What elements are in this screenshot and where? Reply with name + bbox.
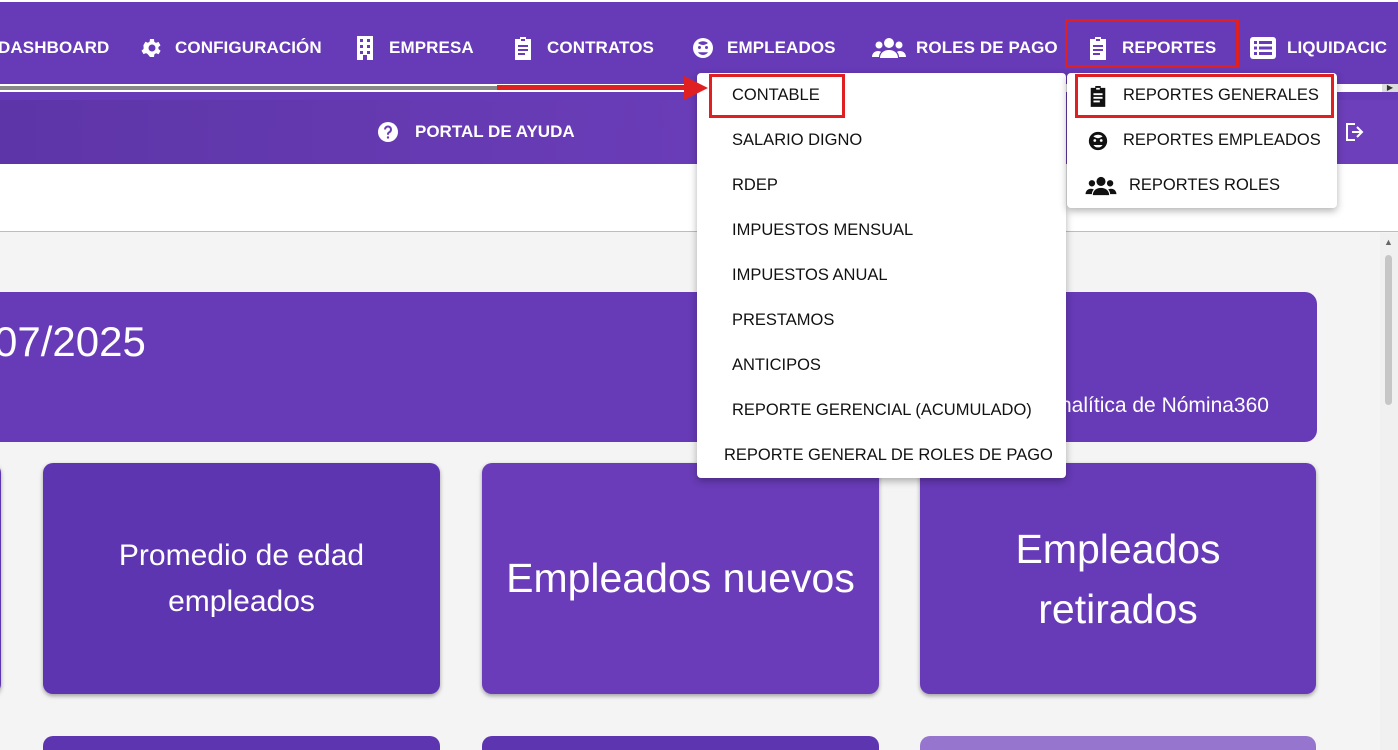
highlight-contable-box — [709, 74, 845, 118]
people-icon — [1085, 176, 1117, 196]
stat-card-partial[interactable] — [0, 463, 1, 694]
banner-date: 07/2025 — [0, 318, 146, 365]
nav-item-label: DASHBOARD — [0, 38, 110, 57]
menu-item-label: PRESTAMOS — [732, 311, 835, 329]
building-icon — [351, 35, 379, 61]
card-title: Empleados nuevos — [506, 555, 855, 601]
help-portal-link[interactable]: PORTAL DE AYUDA — [377, 121, 575, 143]
highlight-reportes-box — [1065, 19, 1239, 68]
submenu-item-reportes-empleados[interactable]: REPORTES EMPLEADOS — [1085, 118, 1321, 163]
nav-item-roles-de-pago[interactable]: ROLES DE PAGO — [872, 32, 1058, 64]
highlight-reportes-generales-box — [1075, 74, 1334, 118]
stat-card-retired-employees[interactable]: Empleados retirados — [920, 463, 1316, 694]
scroll-right-arrow-icon[interactable]: ▶ — [1382, 84, 1398, 92]
nav-item-label: ROLES DE PAGO — [916, 38, 1058, 57]
card-title: Promedio de edad empleados — [118, 538, 365, 618]
card-title: Empleados retirados — [1015, 525, 1221, 632]
nav-item-dashboard[interactable]: DASHBOARD — [0, 32, 109, 64]
submenu-item-reportes-roles[interactable]: REPORTES ROLES — [1085, 163, 1280, 208]
menu-item-prestamos[interactable]: PRESTAMOS — [732, 298, 834, 343]
list-icon — [1249, 37, 1277, 59]
menu-item-label: RDEP — [732, 176, 778, 194]
annotation-arrow-line — [497, 85, 687, 90]
nav-item-label: EMPLEADOS — [727, 38, 836, 57]
face-icon — [1085, 130, 1111, 152]
scroll-up-arrow-icon[interactable]: ▲ — [1384, 237, 1393, 247]
stat-card-average-age[interactable]: Promedio de edad empleados — [43, 463, 440, 694]
logout-icon[interactable] — [1342, 120, 1366, 149]
stat-card-lower[interactable] — [920, 736, 1316, 750]
menu-item-reporte-general-roles[interactable]: REPORTE GENERAL DE ROLES DE PAGO — [724, 433, 1053, 478]
nav-item-label: LIQUIDACIC — [1287, 38, 1388, 57]
menu-item-impuestos-anual[interactable]: IMPUESTOS ANUAL — [732, 253, 888, 298]
help-icon — [377, 121, 399, 143]
annotation-arrow-head-icon — [684, 76, 708, 100]
menu-item-label: REPORTE GERENCIAL (ACUMULADO) — [732, 401, 1032, 419]
menu-item-label: IMPUESTOS MENSUAL — [732, 221, 914, 239]
menu-item-label: IMPUESTOS ANUAL — [732, 266, 888, 284]
nav-item-empleados[interactable]: EMPLEADOS — [689, 32, 836, 64]
menu-item-impuestos-mensual[interactable]: IMPUESTOS MENSUAL — [732, 208, 913, 253]
nav-item-empresa[interactable]: EMPRESA — [351, 32, 474, 64]
nav-item-label: CONFIGURACIÓN — [175, 38, 322, 57]
nav-item-liquidacion[interactable]: LIQUIDACIC — [1249, 32, 1387, 64]
menu-item-salario-digno[interactable]: SALARIO DIGNO — [732, 118, 862, 163]
menu-item-anticipos[interactable]: ANTICIPOS — [732, 343, 821, 388]
menu-item-label: REPORTE GENERAL DE ROLES DE PAGO — [724, 446, 1053, 464]
face-icon — [689, 36, 717, 60]
stat-card-lower[interactable] — [43, 736, 440, 750]
menu-item-label: SALARIO DIGNO — [732, 131, 863, 149]
menu-item-reporte-gerencial[interactable]: REPORTE GERENCIAL (ACUMULADO) — [732, 388, 1032, 433]
nav-item-label: CONTRATOS — [547, 38, 654, 57]
clipboard-icon — [509, 35, 537, 61]
scrollbar-thumb[interactable] — [1385, 255, 1392, 405]
stat-card-lower[interactable] — [482, 736, 879, 750]
stat-card-new-employees[interactable]: Empleados nuevos — [482, 463, 879, 694]
submenu-item-label: REPORTES ROLES — [1129, 176, 1280, 194]
gear-icon — [137, 36, 165, 60]
people-icon — [872, 37, 906, 59]
vertical-scrollbar[interactable]: ▲ — [1380, 233, 1398, 750]
menu-item-label: ANTICIPOS — [732, 356, 821, 374]
reportes-dropdown-menu: CONTABLE SALARIO DIGNO RDEP IMPUESTOS ME… — [697, 73, 1066, 478]
help-label: PORTAL DE AYUDA — [415, 122, 575, 141]
scrollbar-thumb[interactable] — [0, 86, 498, 90]
period-banner — [0, 292, 1317, 442]
nav-item-configuracion[interactable]: CONFIGURACIÓN — [137, 32, 322, 64]
menu-item-rdep[interactable]: RDEP — [732, 163, 778, 208]
nav-item-contratos[interactable]: CONTRATOS — [509, 32, 654, 64]
submenu-item-label: REPORTES EMPLEADOS — [1123, 131, 1321, 149]
nav-item-label: EMPRESA — [389, 38, 474, 57]
banner-subtitle: nalítica de Nómina360 — [1060, 394, 1269, 417]
